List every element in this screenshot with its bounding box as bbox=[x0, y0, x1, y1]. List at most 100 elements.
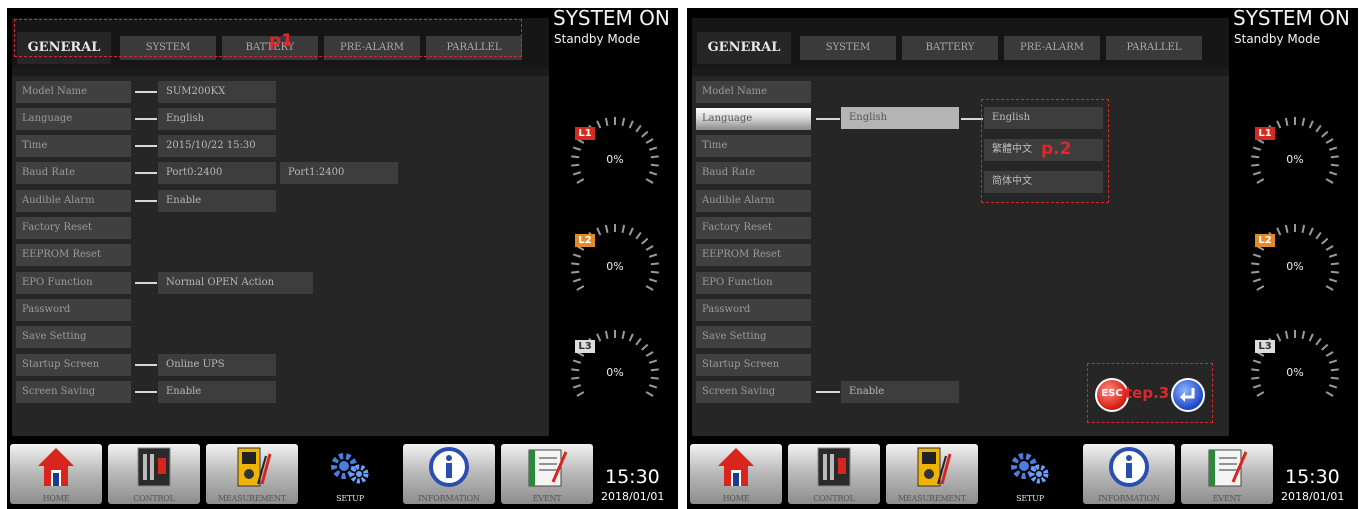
gears-icon bbox=[331, 453, 369, 484]
event-log-icon bbox=[528, 449, 567, 487]
gauge-tick bbox=[1276, 333, 1282, 342]
gauge-tick bbox=[1325, 351, 1334, 357]
gauge-tick bbox=[1325, 391, 1334, 397]
nav-information-button[interactable]: INFORMATION bbox=[403, 444, 495, 504]
nav-measurement-label: MEASUREMENT bbox=[217, 494, 287, 503]
ups-setup-screen-language: GENERAL SYSTEM BATTERY PRE-ALARM PARALLE… bbox=[687, 8, 1358, 509]
nav-information-button[interactable]: INFORMATION bbox=[1083, 444, 1175, 504]
menu-audible-alarm[interactable]: Audible Alarm bbox=[16, 190, 131, 212]
menu-time[interactable]: Time bbox=[16, 135, 131, 157]
gauge-tick bbox=[645, 351, 654, 357]
gauge-tick bbox=[648, 253, 658, 258]
nav-setup-button[interactable]: SETUP bbox=[984, 444, 1076, 504]
startup-screen-value[interactable]: Online UPS bbox=[158, 354, 276, 376]
gauge-l2: L2 0% bbox=[1247, 220, 1343, 316]
phase-label-l3: L3 bbox=[575, 340, 595, 353]
menu-password[interactable]: Password bbox=[696, 299, 811, 321]
nav-control-button[interactable]: CONTROL bbox=[788, 444, 880, 504]
gauge-tick bbox=[1321, 130, 1329, 138]
screen-saving-value[interactable]: Enable bbox=[158, 381, 276, 403]
menu-model-name[interactable]: Model Name bbox=[16, 81, 131, 103]
menu-screen-saving[interactable]: Screen Saving bbox=[696, 381, 811, 403]
gauge-tick bbox=[1325, 245, 1334, 251]
menu-baud-rate[interactable]: Baud Rate bbox=[16, 162, 131, 184]
menu-screen-saving[interactable]: Screen Saving bbox=[16, 381, 131, 403]
gauge-tick bbox=[576, 285, 585, 291]
gauge-tick bbox=[572, 359, 582, 364]
gauge-l2-percent: 0% bbox=[606, 260, 624, 273]
tab-battery[interactable]: BATTERY bbox=[902, 36, 998, 60]
tab-parallel[interactable]: PARALLEL bbox=[1106, 36, 1202, 60]
screen-saving-value[interactable]: Enable bbox=[841, 381, 959, 403]
menu-language-selected[interactable]: Language bbox=[696, 108, 811, 130]
nav-measurement-button[interactable]: MEASUREMENT bbox=[206, 444, 298, 504]
menu-language[interactable]: Language bbox=[16, 108, 131, 130]
gauge-tick bbox=[1284, 330, 1289, 339]
step-annotation: p1 bbox=[269, 31, 293, 51]
menu-time[interactable]: Time bbox=[696, 135, 811, 157]
gauge-tick bbox=[621, 330, 626, 339]
gauge-tick bbox=[1325, 285, 1334, 291]
gauge-l2-percent: 0% bbox=[1286, 260, 1304, 273]
connector-line bbox=[135, 391, 157, 393]
home-icon bbox=[718, 448, 754, 486]
nav-home-button[interactable]: HOME bbox=[10, 444, 102, 504]
language-value[interactable]: English bbox=[158, 108, 276, 130]
gauge-l3: L3 0% bbox=[1247, 326, 1343, 422]
gauge-tick bbox=[1256, 178, 1265, 184]
gauge-tick bbox=[1252, 171, 1262, 176]
connector-line bbox=[816, 118, 840, 120]
enter-icon bbox=[1180, 388, 1195, 402]
nav-measurement-button[interactable]: MEASUREMENT bbox=[886, 444, 978, 504]
menu-epo-function[interactable]: EPO Function bbox=[696, 272, 811, 294]
menu-save-setting[interactable]: Save Setting bbox=[696, 326, 811, 348]
menu-password[interactable]: Password bbox=[16, 299, 131, 321]
menu-eeprom-reset[interactable]: EEPROM Reset bbox=[16, 244, 131, 266]
tab-pre-alarm[interactable]: PRE-ALARM bbox=[1004, 36, 1100, 60]
menu-eeprom-reset[interactable]: EEPROM Reset bbox=[696, 244, 811, 266]
gauge-tick bbox=[1325, 138, 1334, 144]
baud-rate-port0[interactable]: Port0:2400 bbox=[158, 162, 276, 184]
gauge-tick bbox=[596, 120, 602, 129]
gauge-l3-percent: 0% bbox=[1286, 366, 1304, 379]
nav-event-button[interactable]: EVENT bbox=[501, 444, 593, 504]
menu-baud-rate[interactable]: Baud Rate bbox=[696, 162, 811, 184]
nav-home-button[interactable]: HOME bbox=[690, 444, 782, 504]
esc-button[interactable]: ESC bbox=[1095, 378, 1129, 412]
menu-epo-function[interactable]: EPO Function bbox=[16, 272, 131, 294]
epo-function-value[interactable]: Normal OPEN Action bbox=[158, 272, 313, 294]
model-name-value: SUM200KX bbox=[158, 81, 276, 103]
gauge-tick bbox=[1252, 384, 1262, 389]
gauge-l1-percent: 0% bbox=[1286, 153, 1304, 166]
tab-general[interactable]: GENERAL bbox=[697, 32, 791, 64]
menu-factory-reset[interactable]: Factory Reset bbox=[16, 217, 131, 239]
tab-system[interactable]: SYSTEM bbox=[800, 36, 896, 60]
gauge-tick bbox=[1256, 285, 1265, 291]
phase-label-l2: L2 bbox=[1255, 234, 1275, 247]
menu-startup-screen[interactable]: Startup Screen bbox=[16, 354, 131, 376]
language-current-value[interactable]: English bbox=[841, 107, 959, 129]
menu-save-setting[interactable]: Save Setting bbox=[16, 326, 131, 348]
nav-setup-button[interactable]: SETUP bbox=[304, 444, 396, 504]
system-mode: Standby Mode bbox=[554, 32, 641, 46]
enter-button[interactable] bbox=[1171, 378, 1205, 412]
connector-line bbox=[135, 200, 157, 202]
nav-event-button[interactable]: EVENT bbox=[1181, 444, 1273, 504]
menu-model-name[interactable]: Model Name bbox=[696, 81, 811, 103]
gauge-tick bbox=[1256, 391, 1265, 397]
time-value[interactable]: 2015/10/22 15:30 bbox=[158, 135, 276, 157]
gauge-tick bbox=[635, 231, 642, 240]
baud-rate-port1[interactable]: Port1:2400 bbox=[280, 162, 398, 184]
connector-line bbox=[135, 172, 157, 174]
menu-audible-alarm[interactable]: Audible Alarm bbox=[696, 190, 811, 212]
gauge-tick bbox=[628, 227, 634, 236]
menu-startup-screen[interactable]: Startup Screen bbox=[696, 354, 811, 376]
info-icon bbox=[1109, 447, 1149, 487]
audible-alarm-value[interactable]: Enable bbox=[158, 190, 276, 212]
phase-label-l2: L2 bbox=[575, 234, 595, 247]
tab-underline bbox=[12, 68, 549, 76]
nav-control-button[interactable]: CONTROL bbox=[108, 444, 200, 504]
gauge-tick bbox=[648, 171, 658, 176]
gauge-tick bbox=[1301, 330, 1306, 339]
menu-factory-reset[interactable]: Factory Reset bbox=[696, 217, 811, 239]
